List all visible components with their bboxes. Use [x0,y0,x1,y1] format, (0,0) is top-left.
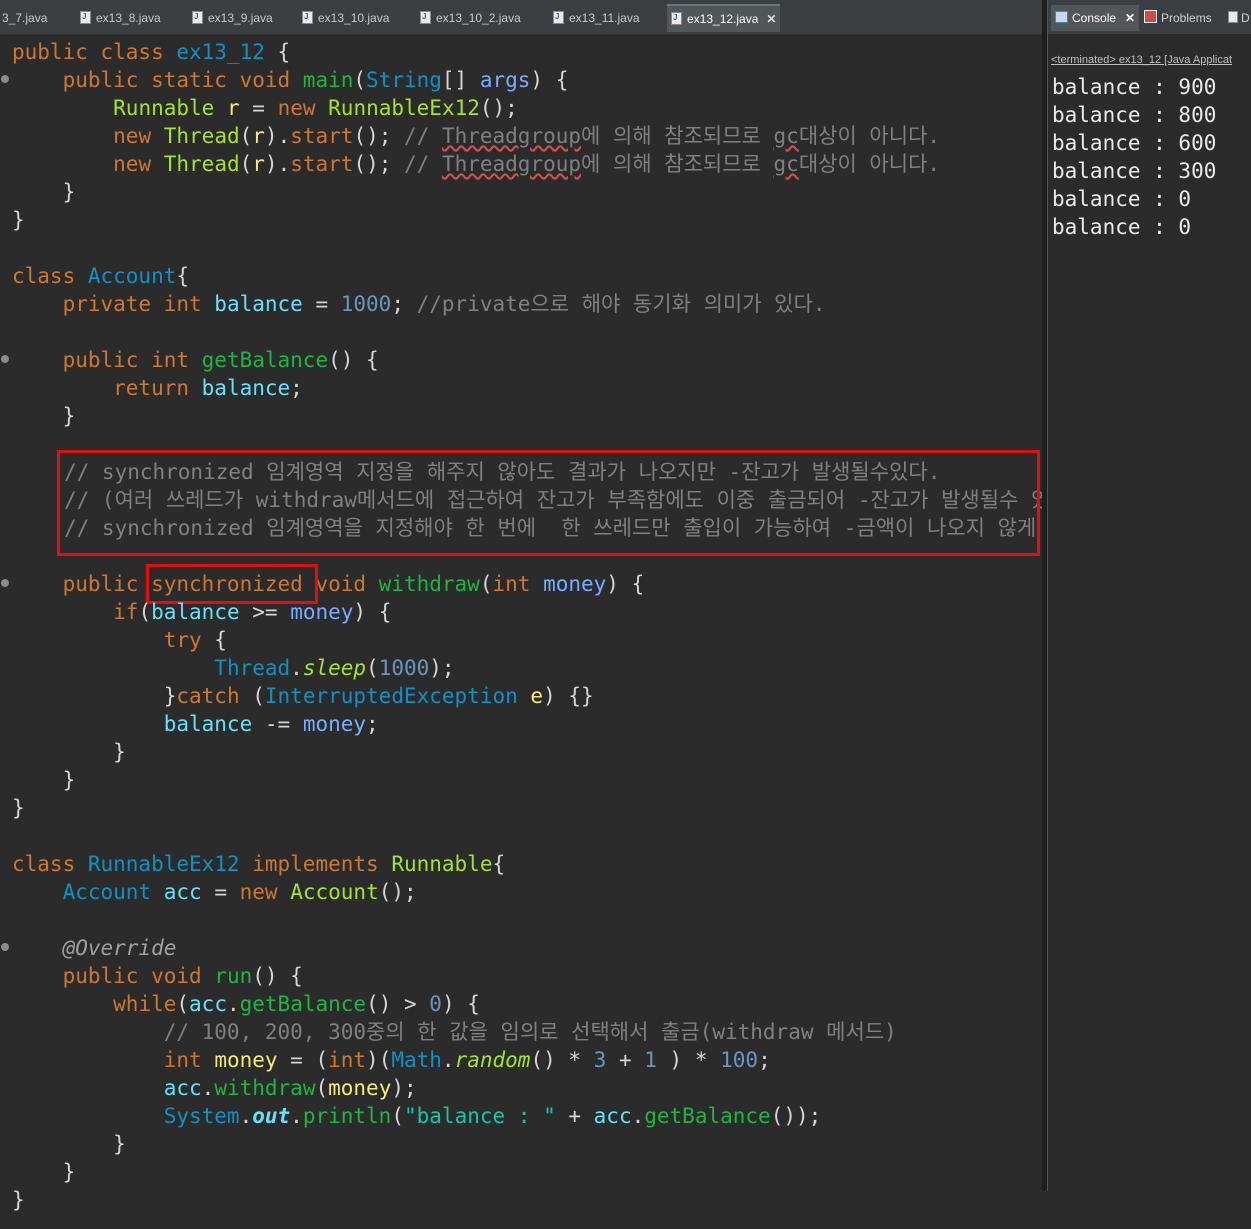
code-line-5: new Thread(r).start(); // Threadgroup에 의… [113,152,941,176]
fold-marker-icon[interactable] [1,943,9,951]
fold-marker-icon[interactable] [1,355,9,363]
code-line-25: balance -= money; [163,712,379,736]
code-line-34: public void run() { [12,964,303,988]
console-output-line: balance : 900 [1052,75,1217,99]
console-output-line: balance : 0 [1052,215,1192,239]
code-line-21: if(balance >= money) { [113,600,392,624]
code-line-42: } [12,1188,25,1212]
code-line-26: } [12,740,126,764]
code-line-31: Account acc = new Account(); [62,880,417,904]
tab-ex13-10-2[interactable]: ex13_10_2.java [420,4,521,31]
code-line-35: while(acc.getBalance() > 0) { [113,992,480,1016]
tab-3-7[interactable]: 3_7.java [2,5,47,31]
java-file-icon [192,4,203,30]
code-line-39: System.out.println("balance : " + acc.ge… [163,1104,822,1128]
terminated-status: <terminated> ex13_12 [Java Applicat [1051,54,1233,66]
console-output-line: balance : 600 [1052,131,1217,155]
code-editor[interactable]: public class ex13_12 { public static voi… [0,35,1100,1229]
tab-ex13-12[interactable]: ex13_12.java✕ [667,4,781,32]
console-output-line: balance : 300 [1052,159,1217,183]
console-output-line: balance : 0 [1052,187,1192,211]
code-line-36: // 100, 200, 300중의 한 값을 임의로 선택해서 출금(with… [12,1020,897,1044]
code-line-28: } [12,796,25,820]
code-line-20: public synchronized void withdraw(int mo… [12,572,645,596]
code-line-41: } [12,1160,76,1184]
code-line-14: } [12,404,76,428]
code-line-23: Thread.sleep(1000); [214,656,455,680]
code-line-9: class Account{ [12,264,190,288]
tab-console[interactable]: Console ✕ [1051,5,1140,31]
editor-tab-bar: 3_7.java ex13_8.java ex13_9.java ex13_10… [0,0,1042,35]
tab-ex13-11[interactable]: ex13_11.java [553,4,640,31]
fold-marker-icon[interactable] [1,579,9,587]
code-line-37: int money = (int)(Math.random() * 3 + 1 … [163,1048,771,1072]
comment-line-18: // synchronized 임계영역을 지정해야 한 번에 한 쓰레드만 출… [64,516,1101,540]
code-line-2: public static void main(String[] args) { [12,68,569,92]
problems-icon [1144,10,1157,23]
code-line-22: try { [163,628,227,652]
code-line-40: } [12,1132,126,1156]
java-file-icon [80,4,91,30]
comment-line-16: // synchronized 임계영역 지정을 해주지 않아도 결과가 나오지… [64,460,941,484]
java-file-icon [671,5,682,31]
console-view: Console ✕ Problems D <terminated> ex13_12… [1047,0,1251,1191]
declaration-icon [1228,11,1238,23]
fold-marker-icon[interactable] [1,75,9,83]
code-line-38: acc.withdraw(money); [163,1076,417,1100]
java-file-icon [420,4,431,30]
code-line-12: public int getBalance() { [12,348,379,372]
close-console-icon[interactable]: ✕ [1125,11,1135,25]
code-line-7: } [12,208,25,232]
code-line-3: Runnable r = new RunnableEx12(); [113,96,518,120]
code-line-27: } [12,768,76,792]
code-line-6: } [12,180,76,204]
tab-ex13-8[interactable]: ex13_8.java [80,4,161,31]
tab-ex13-10[interactable]: ex13_10.java [302,4,389,31]
code-line-33: @Override [12,936,177,960]
code-line-1: public class ex13_12 { [12,40,291,64]
tab-ex13-9[interactable]: ex13_9.java [192,4,273,31]
console-icon [1055,11,1068,23]
code-line-13: return balance; [12,376,303,400]
code-line-24: }catch (InterruptedException e) {} [12,684,594,708]
console-tab-bar: Console ✕ Problems D [1048,0,1251,34]
java-file-icon [302,4,313,30]
tab-problems[interactable]: Problems [1144,5,1212,31]
bottom-strip [1042,1191,1251,1229]
close-tab-icon[interactable]: ✕ [766,12,776,26]
editor-gutter [0,35,10,1229]
comment-line-17: // (여러 쓰레드가 withdraw메서드에 접근하여 잔고가 부족함에도 … [64,488,1095,512]
code-line-30: class RunnableEx12 implements Runnable{ [12,852,506,876]
java-file-icon [553,4,564,30]
console-output-line: balance : 800 [1052,103,1217,127]
tab-declaration[interactable]: D [1228,5,1250,31]
code-line-10: private int balance = 1000; //private으로 … [12,292,826,316]
code-line-4: new Thread(r).start(); // Threadgroup에 의… [113,124,941,148]
